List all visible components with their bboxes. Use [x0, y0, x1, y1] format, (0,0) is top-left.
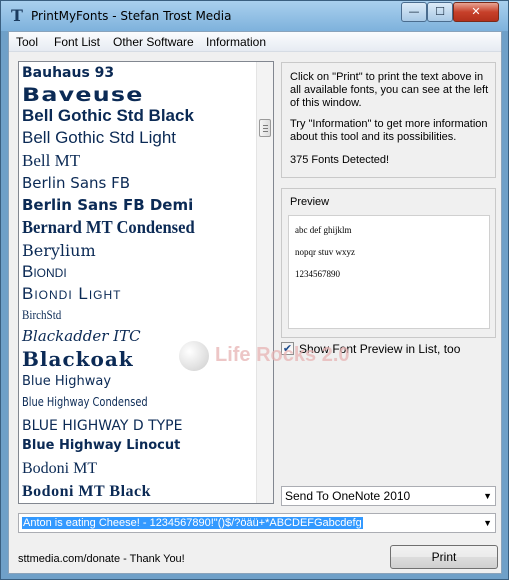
font-list-item[interactable]: Biondi Light: [22, 284, 122, 304]
font-list-item[interactable]: Blue Highway Linocut: [22, 438, 180, 453]
font-list-item[interactable]: Biondi: [22, 262, 67, 282]
grip-line: [263, 131, 268, 132]
font-list-item[interactable]: Bauhaus 93: [22, 65, 114, 81]
info-print-hint: Click on "Print" to print the text above…: [290, 71, 489, 109]
client-area: Tool Font List Other Software Informatio…: [8, 31, 502, 574]
font-list-item[interactable]: BLUE HIGHWAY D TYPE: [22, 418, 182, 434]
preview-line: nopqr stuv wxyz: [295, 247, 355, 257]
sample-text-selection: Anton is eating Cheese! - 1234567890!"()…: [22, 517, 363, 529]
menu-other-software[interactable]: Other Software: [113, 34, 194, 50]
window-title: PrintMyFonts - Stefan Trost Media: [31, 9, 232, 23]
show-preview-label[interactable]: Show Font Preview in List, too: [299, 342, 460, 356]
font-list-item[interactable]: Blue Highway: [22, 374, 111, 389]
font-list-item[interactable]: Blue Highway Condensed: [22, 395, 148, 409]
font-list-item[interactable]: Bodoni MT: [22, 460, 97, 478]
preview-line: abc def ghijklm: [295, 225, 352, 235]
chevron-down-icon[interactable]: ▼: [483, 517, 492, 529]
font-list-item[interactable]: Baveuse: [22, 84, 144, 106]
font-list-item[interactable]: Bell Gothic Std Black: [22, 106, 194, 126]
close-button[interactable]: ✕: [453, 2, 499, 22]
font-list-scrollbar[interactable]: [256, 62, 273, 503]
app-window: T PrintMyFonts - Stefan Trost Media — ☐ …: [0, 0, 509, 580]
grip-line: [263, 125, 268, 126]
title-bar[interactable]: T PrintMyFonts - Stefan Trost Media — ☐ …: [1, 1, 508, 31]
maximize-button[interactable]: ☐: [427, 2, 453, 22]
font-list-item[interactable]: Bell MT: [22, 151, 80, 171]
font-list-item[interactable]: BirchStd: [22, 307, 61, 323]
font-list-item[interactable]: Blackadder ITC: [22, 327, 141, 345]
font-list-item[interactable]: Bell Gothic Std Light: [22, 128, 176, 148]
grip-line: [263, 128, 268, 129]
scrollbar-thumb[interactable]: [259, 119, 271, 137]
preview-area: abc def ghijklm nopqr stuv wxyz 12345678…: [288, 215, 490, 329]
chevron-down-icon[interactable]: ▼: [483, 490, 492, 502]
menu-bar: Tool Font List Other Software Informatio…: [9, 32, 501, 52]
menu-information[interactable]: Information: [206, 34, 266, 50]
show-preview-checkbox[interactable]: ✔: [281, 342, 294, 355]
info-panel: Click on "Print" to print the text above…: [281, 62, 496, 178]
font-list-item[interactable]: Berlin Sans FB: [22, 174, 130, 192]
minimize-button[interactable]: —: [401, 2, 427, 22]
printer-select-value: Send To OneNote 2010: [285, 489, 411, 503]
font-list-item[interactable]: Bodoni MT Black: [22, 483, 151, 501]
menu-tool[interactable]: Tool: [16, 34, 38, 50]
sample-text-input[interactable]: Anton is eating Cheese! - 1234567890!"()…: [18, 513, 496, 533]
font-list-item[interactable]: Berylium: [22, 241, 96, 260]
printer-select[interactable]: Send To OneNote 2010 ▼: [281, 486, 496, 506]
font-list-item[interactable]: Blackoak: [22, 347, 134, 371]
font-list[interactable]: Bauhaus 93 Baveuse Bell Gothic Std Black…: [18, 61, 274, 504]
fonts-detected-count: 375 Fonts Detected!: [290, 154, 390, 166]
font-list-item[interactable]: Bernard MT Condensed: [22, 217, 195, 238]
preview-label: Preview: [290, 196, 330, 208]
sample-text-value: Anton is eating Cheese! - 1234567890!"()…: [22, 517, 363, 529]
font-list-item[interactable]: Berlin Sans FB Demi: [22, 196, 193, 214]
print-button[interactable]: Print: [390, 545, 498, 569]
preview-group: Preview abc def ghijklm nopqr stuv wxyz …: [281, 188, 496, 338]
donate-link[interactable]: sttmedia.com/donate - Thank You!: [18, 553, 185, 565]
app-icon[interactable]: T: [9, 8, 25, 24]
preview-line: 1234567890: [295, 269, 340, 279]
menu-font-list[interactable]: Font List: [54, 34, 100, 50]
info-information-hint: Try "Information" to get more informatio…: [290, 118, 488, 143]
